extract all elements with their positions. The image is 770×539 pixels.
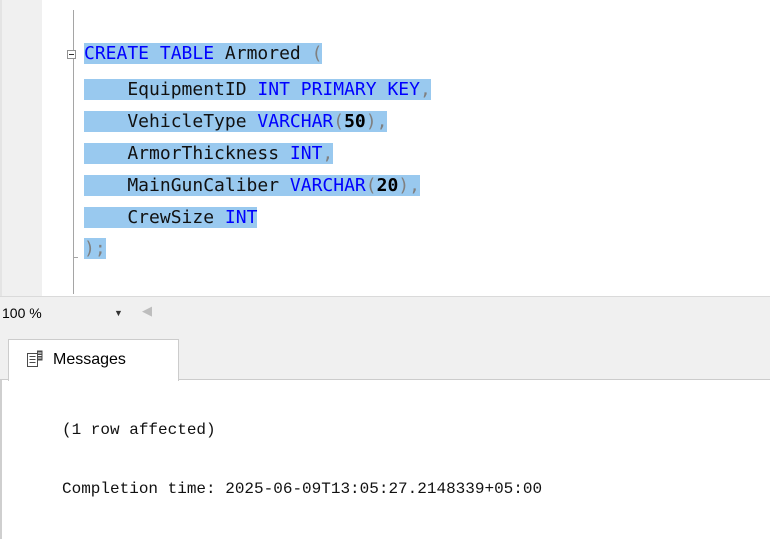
scroll-left-icon[interactable]: ◀ (142, 304, 152, 319)
selected-code: VehicleType VARCHAR(50), (84, 111, 388, 132)
punctuation-token: ), (398, 175, 420, 196)
chevron-down-icon: ▼ (114, 308, 123, 318)
zoom-bar: 100 % ▼ ◀ (0, 296, 770, 330)
results-tab-strip: Messages (0, 330, 770, 381)
keyword-token: INT (224, 207, 258, 228)
identifier-token (290, 79, 301, 100)
keyword-token: KEY (387, 79, 420, 100)
punctuation-token: , (322, 143, 334, 164)
punctuation-token: , (419, 79, 431, 100)
identifier-token: Armored (214, 43, 312, 64)
punctuation-token: ( (311, 43, 323, 64)
code-line: VehicleType VARCHAR(50), (84, 109, 388, 135)
selected-code: ArmorThickness INT, (84, 143, 334, 164)
collapse-minus-icon[interactable] (67, 50, 76, 59)
keyword-token: VARCHAR (257, 111, 334, 132)
tab-messages[interactable]: Messages (8, 339, 179, 381)
keyword-token: TABLE (159, 43, 215, 64)
identifier-token: ArmorThickness (84, 143, 290, 164)
keyword-token: CREATE (84, 43, 150, 64)
punctuation-token: ( (333, 111, 345, 132)
code-line: MainGunCaliber VARCHAR(20), (84, 173, 420, 199)
identifier-token: MainGunCaliber (84, 175, 290, 196)
code-line: CrewSize INT (84, 205, 258, 231)
messages-icon (27, 350, 43, 367)
code-line: EquipmentID INT PRIMARY KEY, (84, 77, 431, 103)
code-line: ); (84, 236, 106, 262)
punctuation-token: ( (365, 175, 377, 196)
results-left-edge (0, 380, 2, 539)
code-line: ArmorThickness INT, (84, 141, 334, 167)
selected-code: EquipmentID INT PRIMARY KEY, (84, 79, 431, 100)
selection-margin[interactable] (2, 0, 42, 296)
message-completion-time: Completion time: 2025-06-09T13:05:27.214… (62, 480, 543, 498)
keyword-token: INT (289, 143, 323, 164)
tab-messages-label: Messages (53, 351, 126, 368)
identifier-token: VehicleType (84, 111, 258, 132)
zoom-dropdown[interactable]: 100 % ▼ (0, 297, 128, 330)
selected-code: CrewSize INT (84, 207, 258, 228)
identifier-token (377, 79, 388, 100)
keyword-token: INT (257, 79, 290, 100)
horizontal-scrollbar[interactable] (160, 305, 770, 322)
code-line: CREATE TABLE Armored ( (84, 41, 323, 67)
zoom-value: 100 % (2, 305, 42, 321)
punctuation-token: ); (84, 238, 106, 259)
identifier-token: EquipmentID (84, 79, 258, 100)
keyword-token: PRIMARY (300, 79, 377, 100)
keyword-token: VARCHAR (289, 175, 366, 196)
identifier-token: CrewSize (84, 207, 225, 228)
query-editor[interactable]: CREATE TABLE Armored ( EquipmentID INT P… (0, 0, 770, 296)
number-token: 20 (376, 175, 399, 196)
selected-code: CREATE TABLE Armored ( (84, 43, 323, 64)
selected-code: MainGunCaliber VARCHAR(20), (84, 175, 420, 196)
number-token: 50 (344, 111, 366, 132)
results-pane: Messages (1 row affected) Completion tim… (0, 330, 770, 539)
punctuation-token: ), (365, 111, 388, 132)
identifier-token (149, 43, 160, 64)
outline-end-tick (73, 257, 78, 258)
selected-code: ); (84, 238, 106, 259)
message-rows-affected: (1 row affected) (62, 421, 216, 439)
